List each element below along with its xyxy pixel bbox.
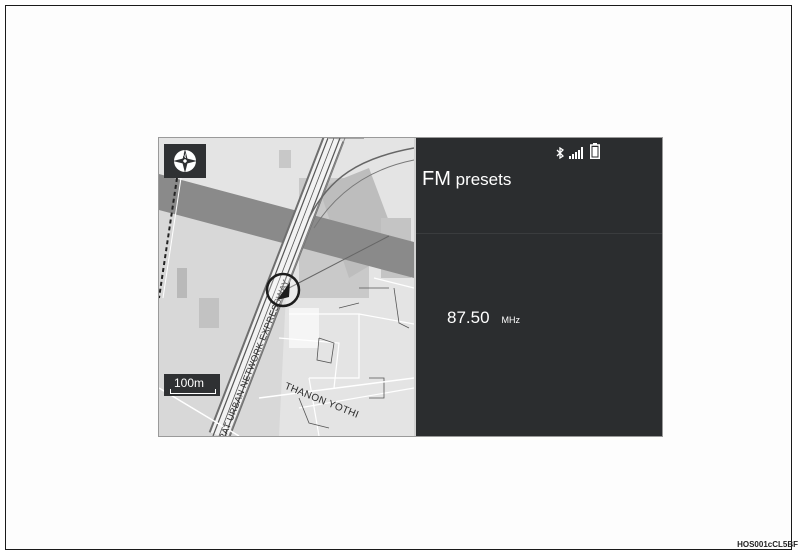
title-main: FM [422, 168, 451, 190]
scale-label: 100m [174, 376, 205, 390]
title-divider [416, 233, 662, 234]
vehicle-position-marker-icon [265, 272, 301, 308]
bluetooth-icon [556, 147, 564, 159]
frequency-unit: MHz [501, 315, 521, 325]
map-panel[interactable]: RAT URBAN NETWORK EXPRESSWAY THANON YOTH… [159, 138, 416, 436]
map-scale: 100m [164, 374, 220, 396]
radio-panel: FM presets 87.50 MHz [416, 138, 662, 436]
display-screen: RAT URBAN NETWORK EXPRESSWAY THANON YOTH… [158, 137, 663, 437]
status-bar [556, 143, 600, 159]
screen-title: FM presets [422, 168, 511, 191]
battery-icon [590, 143, 600, 159]
north-up-compass-icon: N [173, 149, 197, 173]
svg-text:N: N [182, 154, 186, 160]
figure-code: HOS001cCL5BF [737, 540, 798, 549]
frequency-value: 87.50 [447, 308, 490, 327]
figure-frame: RAT URBAN NETWORK EXPRESSWAY THANON YOTH… [5, 5, 792, 550]
title-rest: presets [450, 170, 512, 189]
compass-button[interactable]: N [164, 144, 206, 178]
signal-strength-icon [569, 147, 583, 159]
current-frequency[interactable]: 87.50 MHz [447, 308, 520, 328]
scale-bar [170, 389, 216, 394]
